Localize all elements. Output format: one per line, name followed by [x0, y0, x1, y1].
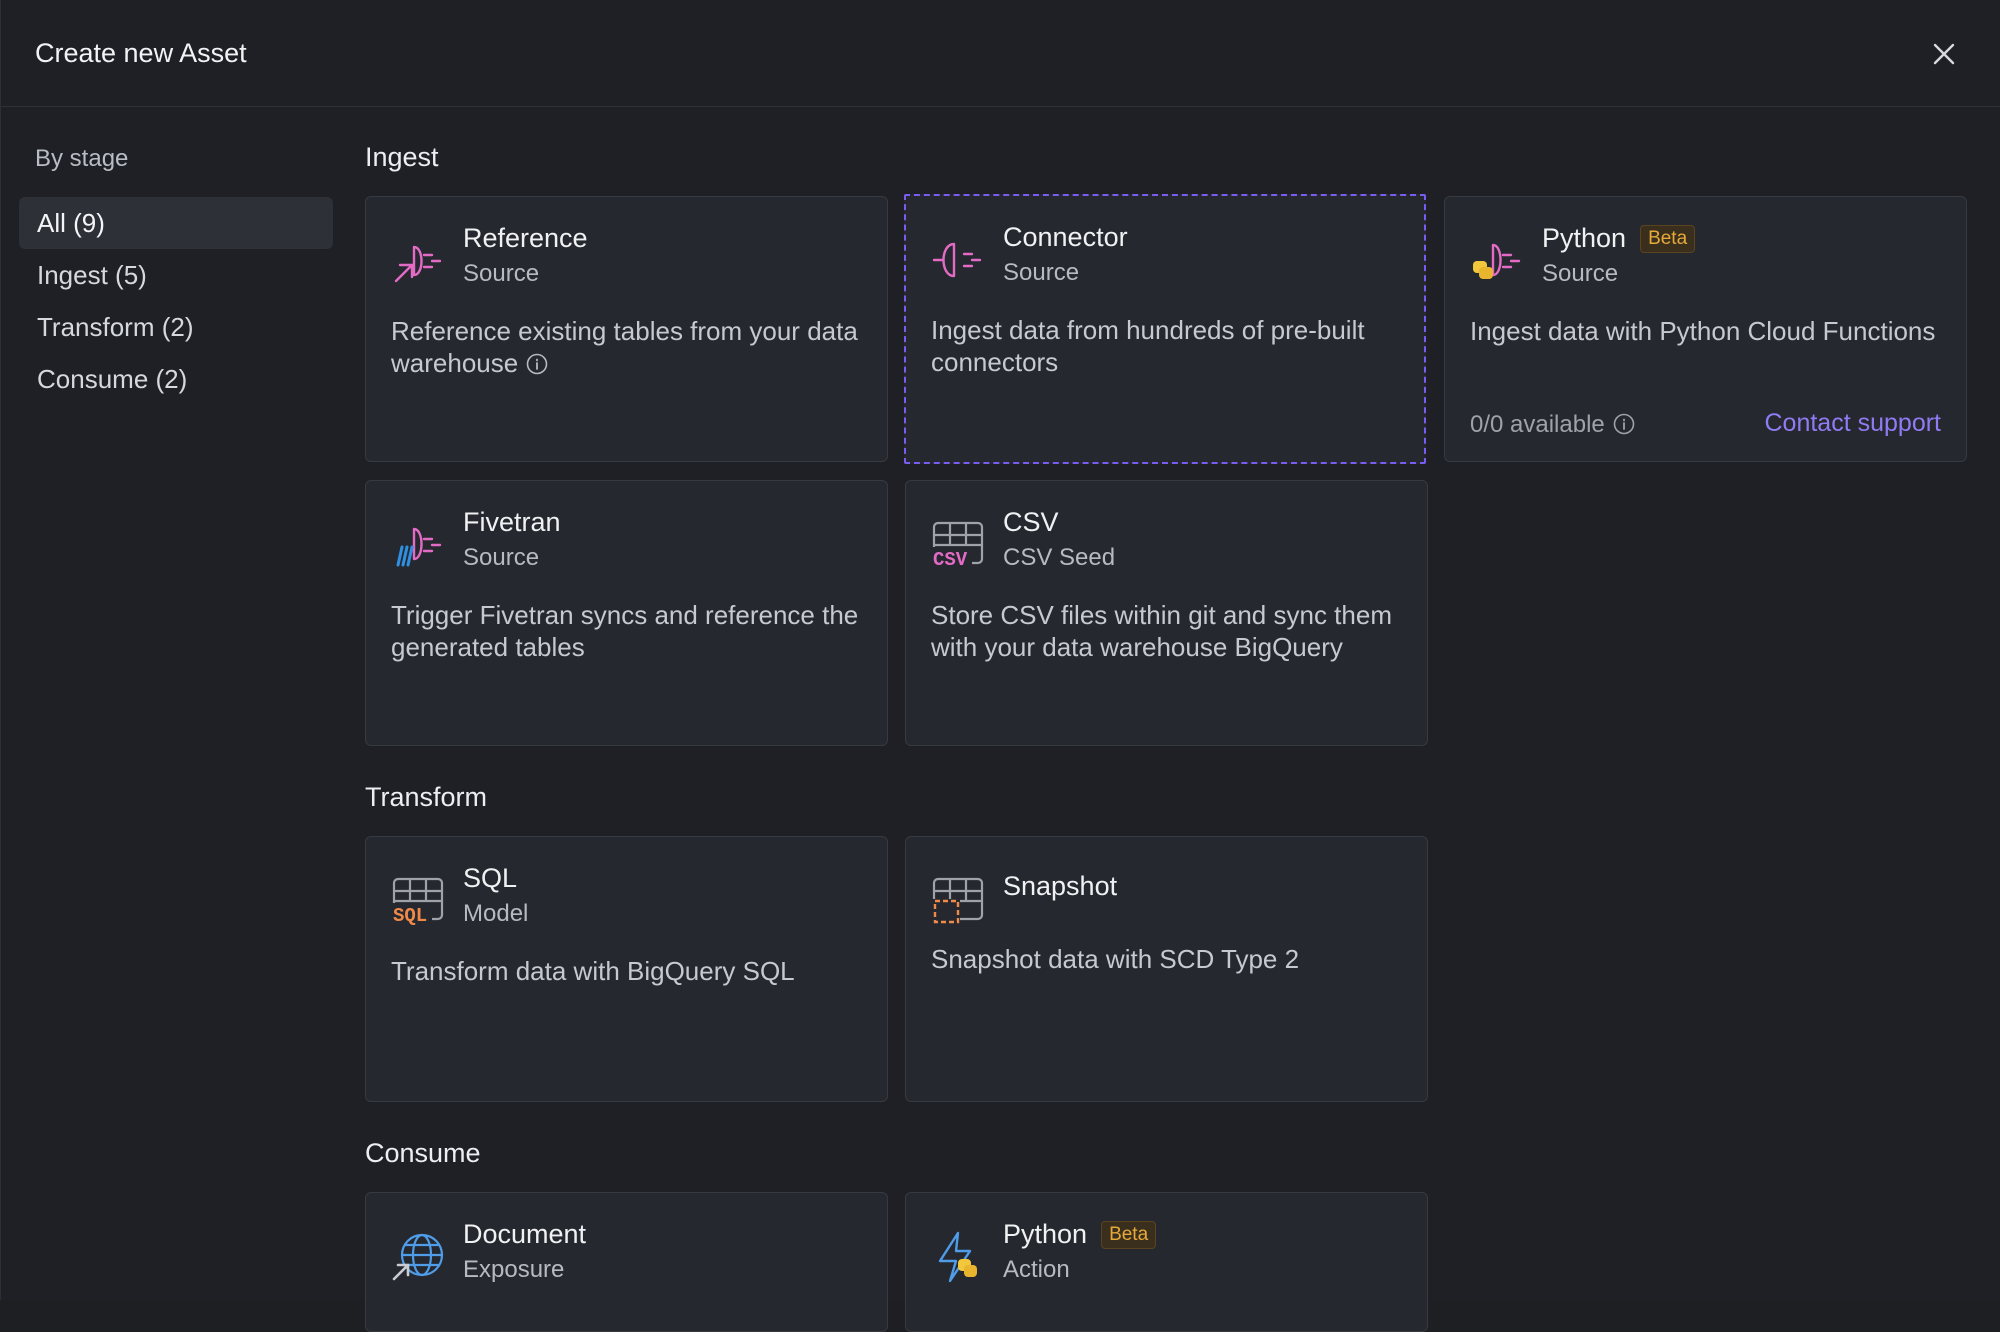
- card-fivetran[interactable]: Fivetran Source Trigger Fivetran syncs a…: [365, 480, 888, 746]
- section-title-consume: Consume: [365, 1138, 481, 1168]
- card-snapshot[interactable]: Snapshot Snapshot data with SCD Type 2: [905, 836, 1428, 1102]
- card-python-source[interactable]: Python Beta Source Ingest data with Pytho…: [1444, 196, 1967, 462]
- python-source-icon: [1469, 233, 1525, 289]
- card-name: Reference: [463, 223, 588, 253]
- dialog-header: Create new Asset: [1, 0, 2000, 107]
- reference-source-icon: [390, 233, 446, 289]
- sidebar-heading: By stage: [35, 145, 129, 172]
- card-name: Document: [463, 1219, 587, 1249]
- card-subtitle: CSV Seed: [1003, 544, 1116, 571]
- card-name: Python Beta: [1003, 1219, 1157, 1250]
- sidebar-item-ingest[interactable]: Ingest (5): [19, 249, 333, 301]
- card-subtitle: Source: [1003, 259, 1080, 286]
- card-subtitle: Action: [1003, 1256, 1070, 1283]
- fivetran-icon: [390, 517, 446, 573]
- svg-text:SQL: SQL: [393, 905, 427, 927]
- snapshot-icon: [930, 873, 986, 929]
- card-subtitle: Source: [463, 260, 540, 287]
- beta-badge: Beta: [1101, 1221, 1157, 1249]
- card-description: Trigger Fivetran syncs and reference the…: [391, 600, 859, 662]
- card-name: Connector: [1003, 222, 1128, 252]
- card-description: Snapshot data with SCD Type 2: [931, 944, 1300, 974]
- card-name-text: Python: [1542, 223, 1627, 253]
- card-reference[interactable]: Reference Source Reference existing tabl…: [365, 196, 888, 462]
- card-name: Snapshot: [1003, 871, 1118, 901]
- card-description: Ingest data with Python Cloud Functions: [1470, 316, 1936, 346]
- card-python-action[interactable]: Python Beta Action: [905, 1192, 1428, 1332]
- svg-text:CSV: CSV: [933, 549, 968, 571]
- card-subtitle: Source: [463, 544, 540, 571]
- info-icon[interactable]: [1613, 413, 1635, 435]
- card-name: SQL: [463, 863, 518, 893]
- sidebar-item-consume[interactable]: Consume (2): [19, 353, 333, 405]
- section-title-transform: Transform: [365, 782, 488, 812]
- card-name-text: Python: [1003, 1219, 1088, 1249]
- availability: 0/0 available: [1470, 411, 1635, 439]
- globe-exposure-icon: [390, 1229, 446, 1285]
- card-connector[interactable]: Connector Source Ingest data from hundre…: [904, 194, 1426, 464]
- card-description-text: Reference existing tables from your data…: [391, 316, 858, 378]
- card-subtitle: Exposure: [463, 1256, 565, 1283]
- sql-model-icon: SQL: [390, 873, 446, 929]
- availability-text: 0/0 available: [1470, 411, 1605, 438]
- card-name: Python Beta: [1542, 223, 1696, 254]
- card-sql[interactable]: SQL SQL Model Transform data with BigQue…: [365, 836, 888, 1102]
- card-description: Reference existing tables from your data…: [391, 315, 881, 379]
- card-name: CSV: [1003, 507, 1059, 537]
- card-name: Fivetran: [463, 507, 561, 537]
- create-asset-dialog: Create new Asset By stage All (9) Ingest…: [0, 0, 2000, 1332]
- info-icon[interactable]: [526, 350, 548, 375]
- contact-support-link[interactable]: Contact support: [1765, 409, 1942, 438]
- csv-seed-icon: CSV: [930, 517, 986, 573]
- card-description: Transform data with BigQuery SQL: [391, 956, 795, 986]
- card-description: Ingest data from hundreds of pre-built c…: [931, 315, 1365, 377]
- card-document[interactable]: Document Exposure: [365, 1192, 888, 1332]
- card-subtitle: Model: [463, 900, 529, 927]
- sidebar-item-all[interactable]: All (9): [19, 197, 333, 249]
- card-subtitle: Source: [1542, 260, 1619, 287]
- card-csv[interactable]: CSV CSV CSV Seed Store CSV files within …: [905, 480, 1428, 746]
- section-title-ingest: Ingest: [365, 142, 439, 172]
- dialog-title: Create new Asset: [35, 38, 247, 68]
- card-description: Store CSV files within git and sync them…: [931, 600, 1392, 662]
- beta-badge: Beta: [1640, 225, 1696, 253]
- close-icon[interactable]: [1924, 34, 1964, 74]
- python-action-icon: [930, 1229, 986, 1285]
- connector-plug-icon: [930, 232, 986, 288]
- sidebar-item-transform[interactable]: Transform (2): [19, 301, 333, 353]
